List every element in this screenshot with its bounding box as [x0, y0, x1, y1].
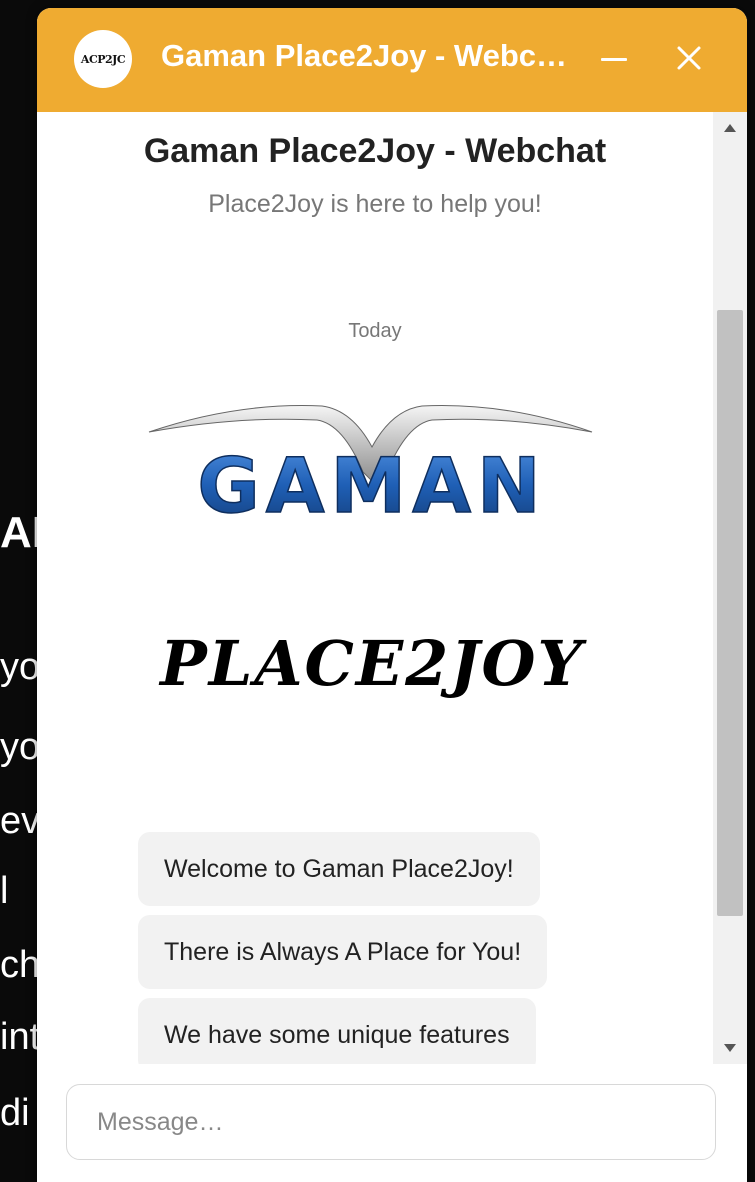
- background-text-fragment: ch: [0, 944, 41, 986]
- background-text-fragment: ev: [0, 800, 41, 842]
- scroll-down-arrow-icon[interactable]: [713, 1030, 747, 1064]
- background-text-fragment: yo: [0, 646, 41, 688]
- message-bubble: We have some unique features: [138, 998, 536, 1064]
- header-title: Gaman Place2Joy - Webchat: [161, 38, 571, 73]
- chat-footer: [37, 1064, 747, 1182]
- minimize-icon[interactable]: [599, 36, 631, 80]
- chat-header: ACP2JC Gaman Place2Joy - Webchat: [37, 8, 747, 112]
- background-text-fragment: di: [0, 1092, 30, 1134]
- background-text-fragment: l: [0, 870, 9, 912]
- gaman-logo: GAMAN: [147, 392, 597, 531]
- scroll-thumb[interactable]: [717, 310, 743, 916]
- message-bubble: There is Always A Place for You!: [138, 915, 548, 989]
- background-text-fragment: int: [0, 1016, 41, 1058]
- day-separator: Today: [348, 320, 402, 342]
- avatar-text: ACP2JC: [80, 52, 126, 66]
- chat-body: Gaman Place2Joy - Webchat Place2Joy is h…: [37, 112, 747, 1064]
- message-input[interactable]: [66, 1084, 716, 1160]
- chat-widget: ACP2JC Gaman Place2Joy - Webchat Gaman P…: [37, 8, 747, 1182]
- chat-title: Gaman Place2Joy - Webchat: [143, 132, 607, 170]
- background-text-fragment: yo: [0, 726, 41, 768]
- avatar: ACP2JC: [74, 30, 132, 88]
- place2joy-logo: PLACE2JOY: [147, 617, 597, 712]
- chat-subtitle: Place2Joy is here to help you!: [208, 190, 542, 218]
- close-icon[interactable]: [673, 38, 705, 78]
- scroll-up-arrow-icon[interactable]: [713, 112, 747, 146]
- message-bubble: Welcome to Gaman Place2Joy!: [138, 832, 540, 906]
- chat-scrollbar[interactable]: [713, 112, 747, 1064]
- gaman-logo-text: GAMAN: [197, 441, 546, 522]
- place2joy-logo-text: PLACE2JOY: [158, 627, 587, 700]
